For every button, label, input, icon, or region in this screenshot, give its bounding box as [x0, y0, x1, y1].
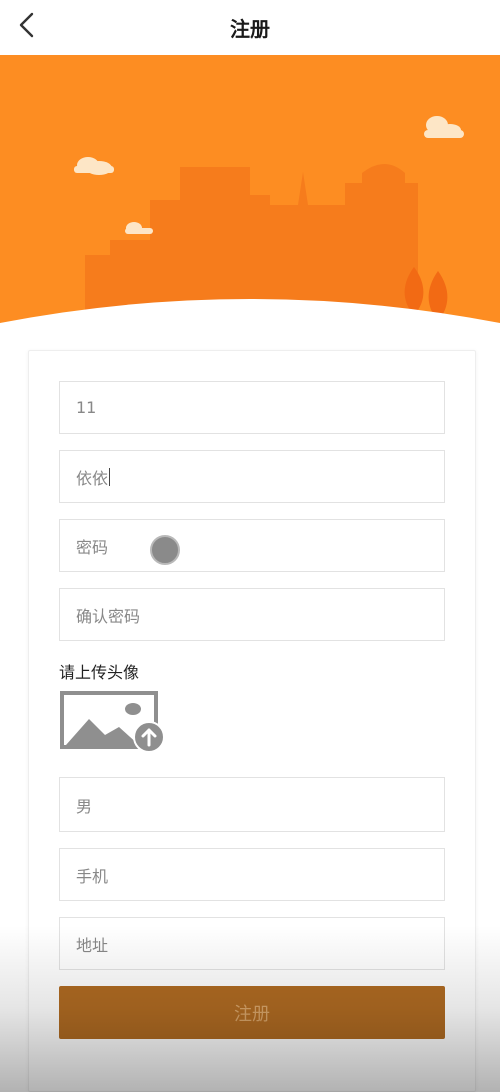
- chevron-left-icon: [19, 12, 34, 38]
- username-input[interactable]: 11: [59, 381, 445, 434]
- gender-value: 男: [76, 796, 93, 816]
- top-bar: 注册: [0, 0, 500, 55]
- avatar-upload-button[interactable]: [59, 689, 167, 753]
- avatar-upload-label: 请上传头像: [59, 663, 140, 682]
- touch-indicator: [150, 535, 180, 565]
- text-caret: [109, 467, 111, 486]
- address-input[interactable]: 地址: [59, 917, 445, 970]
- register-submit-button[interactable]: 注册: [59, 986, 445, 1039]
- confirm-password-placeholder: 确认密码: [76, 606, 141, 626]
- confirm-password-input[interactable]: 确认密码: [59, 588, 445, 641]
- page-title: 注册: [230, 17, 270, 41]
- password-input[interactable]: 密码: [59, 519, 445, 572]
- phone-input[interactable]: 手机: [59, 848, 445, 901]
- gender-input[interactable]: 男: [59, 777, 445, 832]
- username-value: 11: [76, 398, 97, 417]
- register-page: 注册 11 依依 密码 确认密码 请上传头像 男 手机 地址 注册: [0, 0, 500, 1092]
- image-upload-icon: [60, 691, 165, 753]
- back-button[interactable]: [10, 8, 44, 42]
- address-placeholder: 地址: [76, 935, 109, 955]
- password-placeholder: 密码: [76, 537, 109, 557]
- nickname-input[interactable]: 依依: [59, 450, 445, 503]
- header-banner-illustration: [0, 55, 500, 355]
- nickname-value: 依依: [76, 468, 109, 488]
- phone-placeholder: 手机: [76, 866, 109, 886]
